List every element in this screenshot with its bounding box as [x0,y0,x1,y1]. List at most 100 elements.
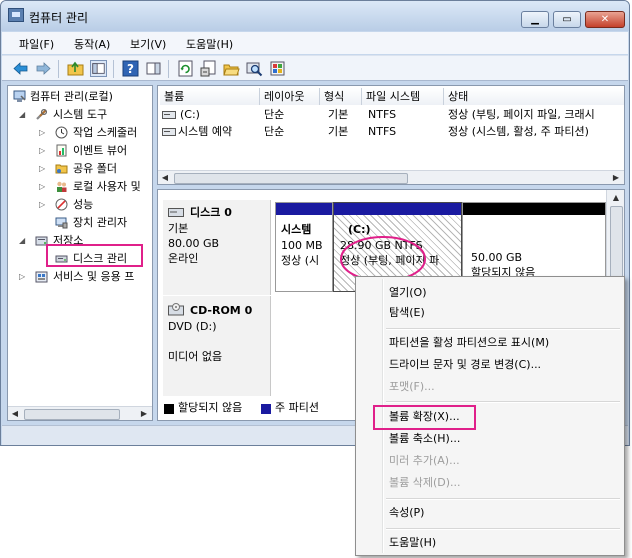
action-pane-icon[interactable] [145,60,162,77]
help-icon[interactable]: ? [122,60,139,77]
menu-help[interactable]: 도움말(H) [186,36,233,52]
up-folder-icon[interactable] [67,60,84,77]
shared-folder-icon [55,164,68,174]
scroll-up-arrow-icon[interactable]: ▲ [610,192,622,203]
column-header-volume[interactable]: 볼륨 [160,88,260,105]
hard-disk-icon [168,208,184,217]
collapsed-arrow-icon[interactable]: ▷ [19,268,25,285]
event-viewer-icon [56,144,67,157]
title-bar[interactable]: 컴퓨터 관리 ▁ ▭ ✕ [1,1,629,31]
minimize-button[interactable]: ▁ [521,11,549,28]
tree-horizontal-scrollbar[interactable]: ◀ ▶ [8,406,152,420]
partition-bar [276,203,332,215]
menu-separator [386,328,620,330]
scroll-right-arrow-icon[interactable]: ▶ [138,408,150,419]
tree-item-label: 장치 관리자 [73,216,128,229]
collapsed-arrow-icon[interactable]: ▷ [39,196,45,213]
tree-item-label: 성능 [73,198,94,211]
show-console-tree-icon[interactable] [90,60,107,77]
partition-name: 시스템 [281,223,312,236]
partition-bar [463,203,605,215]
tree-item-label: 서비스 및 응용 프 [53,270,135,283]
menu-item-help[interactable]: 도움말(H) [389,533,436,553]
svg-text:?: ? [127,62,134,76]
cdrom-name: CD-ROM 0 [190,304,253,317]
cdrom-drive: DVD (D:) [168,320,217,333]
expanded-arrow-icon[interactable]: ◢ [19,232,25,249]
menu-item-open[interactable]: 열기(O) [389,283,426,303]
back-arrow-icon[interactable] [12,60,29,77]
menu-item-delete-volume[interactable]: 볼륨 삭제(D)... [389,473,461,493]
partition-status: 정상 (시 [281,254,320,267]
maximize-button[interactable]: ▭ [553,11,581,28]
refresh-icon[interactable] [177,60,194,77]
volume-icon [162,111,176,119]
menu-separator [386,401,620,403]
forward-arrow-icon[interactable] [35,60,52,77]
toolbar: ? [2,55,628,81]
column-header-status[interactable]: 상태 [444,88,624,105]
disk-0-label[interactable]: 디스크 0 기본 80.00 GB 온라인 [163,200,271,295]
scrollbar-thumb[interactable] [24,409,120,420]
menu-separator [386,528,620,530]
properties-icon[interactable] [200,60,217,77]
menu-item-add-mirror[interactable]: 미러 추가(A)... [389,451,460,471]
menu-action[interactable]: 동작(A) [74,36,110,52]
performance-icon [55,198,68,211]
volume-icon [162,128,176,136]
collapsed-arrow-icon[interactable]: ▷ [39,124,45,141]
volume-layout: 단순 [264,125,285,138]
tools-icon [36,108,48,120]
volume-file-system: NTFS [368,125,397,138]
scroll-left-arrow-icon[interactable]: ◀ [9,408,21,419]
partition-size: 100 MB [281,239,323,252]
cdrom-0-label[interactable]: CD-ROM 0 DVD (D:) 미디어 없음 [163,296,271,396]
open-folder-icon[interactable] [223,60,240,77]
column-header-file-system[interactable]: 파일 시스템 [362,88,444,105]
tree-item-label: 로컬 사용자 및 [73,180,141,193]
volume-name: (C:) [180,108,200,121]
close-button[interactable]: ✕ [585,11,625,28]
menu-item-explore[interactable]: 탐색(E) [389,303,425,323]
collapsed-arrow-icon[interactable]: ▷ [39,178,45,195]
volume-list-horizontal-scrollbar[interactable]: ◀ ▶ [158,170,624,184]
tree-item-label: 이벤트 뷰어 [73,144,128,157]
cdrom-media: 미디어 없음 [168,350,223,363]
search-disk-icon[interactable] [246,60,263,77]
menu-item-properties[interactable]: 속성(P) [389,503,424,523]
legend-primary-swatch [261,404,271,414]
volume-name: 시스템 예약 [178,125,233,138]
menu-item-shrink-volume[interactable]: 볼륨 축소(H)... [389,429,460,449]
tree-item-label: 공유 폴더 [73,162,117,175]
volume-list: 볼륨 레이아웃 형식 파일 시스템 상태 (C:) 단순 기본 NTFS 정상 … [157,85,625,185]
cd-drive-icon [168,303,184,316]
device-manager-icon [55,217,68,229]
scroll-left-arrow-icon[interactable]: ◀ [159,172,171,183]
menu-item-mark-active[interactable]: 파티션을 활성 파티션으로 표시(M) [389,333,549,353]
menu-item-change-drive-letter[interactable]: 드라이브 문자 및 경로 변경(C)... [389,355,541,375]
partition-system-reserved[interactable]: 시스템 100 MB 정상 (시 [275,202,333,292]
tree-item-label: 작업 스케줄러 [73,126,138,139]
column-header-type[interactable]: 형식 [320,88,362,105]
menu-bar: 파일(F) 동작(A) 보기(V) 도움말(H) [2,32,628,54]
disk-0-type: 기본 [168,222,189,235]
scroll-right-arrow-icon[interactable]: ▶ [610,172,622,183]
menu-view[interactable]: 보기(V) [130,36,166,52]
scrollbar-thumb[interactable] [174,173,408,184]
collapsed-arrow-icon[interactable]: ▷ [39,160,45,177]
users-icon [57,181,67,192]
toolbar-separator [168,60,169,78]
expanded-arrow-icon[interactable]: ◢ [19,106,25,123]
tree-item-label: 시스템 도구 [53,108,108,121]
tree-item-label: 컴퓨터 관리(로컬) [30,90,113,103]
menu-file[interactable]: 파일(F) [19,36,54,52]
collapsed-arrow-icon[interactable]: ▷ [39,142,45,159]
menu-item-format[interactable]: 포맷(F)... [389,377,435,397]
volume-type: 기본 [328,108,349,121]
clock-icon [55,126,68,139]
disk-settings-icon[interactable] [269,60,286,77]
context-menu: 열기(O) 탐색(E) 파티션을 활성 파티션으로 표시(M) 드라이브 문자 … [355,276,625,556]
disk-0-name: 디스크 0 [190,206,232,219]
partition-size: 50.00 GB [471,251,523,264]
column-header-layout[interactable]: 레이아웃 [260,88,320,105]
